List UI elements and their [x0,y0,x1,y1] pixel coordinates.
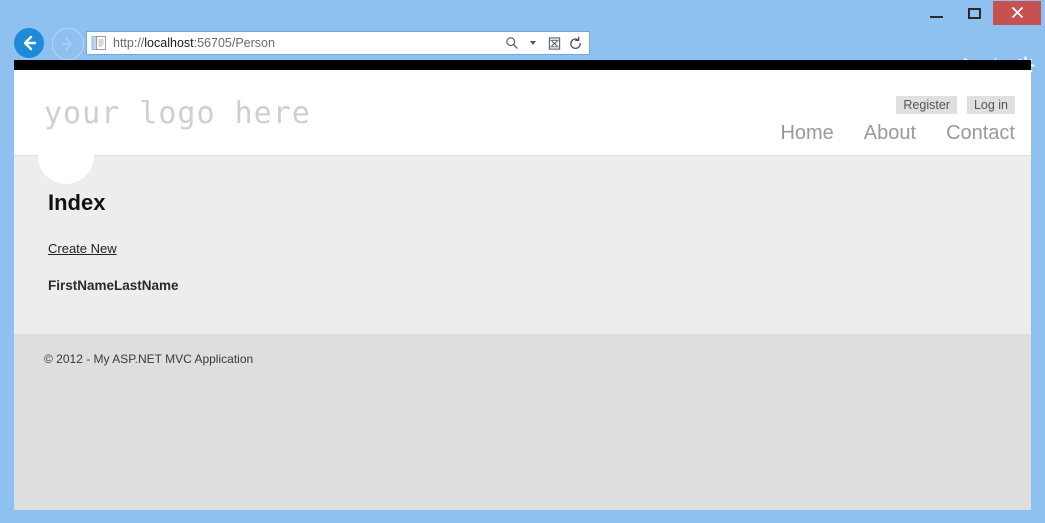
window-controls [917,0,1041,25]
create-new-link[interactable]: Create New [48,241,117,256]
main-nav: Home About Contact [780,122,1015,145]
register-link[interactable]: Register [896,96,957,114]
column-header-lastname: LastName [114,278,179,293]
site-header: your logo here Register Log in Home Abou… [14,70,1031,156]
back-button[interactable] [14,28,44,58]
site-footer: © 2012 - My ASP.NET MVC Application [14,334,1031,510]
site-logo[interactable]: your logo here [44,96,311,131]
person-table: FirstName LastName [48,278,179,293]
close-icon [1011,6,1023,19]
search-dropdown-button[interactable] [524,33,542,53]
search-icon [506,37,518,49]
footer-copyright: © 2012 - My ASP.NET MVC Application [44,352,254,366]
login-link[interactable]: Log in [966,96,1015,114]
page-icon [91,36,106,50]
refresh-icon [569,35,581,49]
forward-button[interactable] [52,28,84,60]
browser-content-frame: your logo here Register Log in Home Abou… [14,60,1031,510]
nav-link-about[interactable]: About [864,122,916,145]
minimize-button[interactable] [917,2,955,24]
compatibility-view-icon [548,36,560,50]
search-button[interactable] [503,33,521,53]
arrow-right-icon [61,37,73,51]
main-content: Index Create New FirstName LastName [14,156,1031,304]
table-header-row: FirstName LastName [48,278,179,293]
nav-link-home[interactable]: Home [780,122,833,145]
avatar-placeholder [38,128,94,184]
arrow-left-icon [23,35,37,51]
browser-window: http://localhost:56705/Person your logo … [0,0,1045,523]
compatibility-view-button[interactable] [545,33,563,53]
menu-strip [14,60,1031,70]
web-page: your logo here Register Log in Home Abou… [14,70,1031,510]
address-url-text: http://localhost:56705/Person [113,36,275,50]
refresh-button[interactable] [566,33,584,53]
chevron-down-icon [530,41,536,45]
page-title: Index [48,190,106,215]
address-bar-tools [503,33,589,53]
title-bar [0,0,1045,26]
address-bar[interactable]: http://localhost:56705/Person [86,31,590,55]
account-nav: Register Log in [896,96,1015,114]
column-header-firstname: FirstName [48,278,115,293]
navigation-toolbar: http://localhost:56705/Person [0,26,1045,86]
close-button[interactable] [993,0,1041,25]
maximize-button[interactable] [955,2,993,24]
nav-link-contact[interactable]: Contact [946,122,1015,145]
